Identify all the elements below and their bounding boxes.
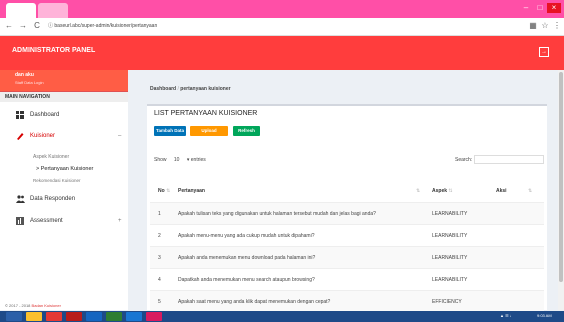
cell-aspek: EFFICIENCY — [432, 299, 462, 305]
sidebar-item-label: Data Responden — [30, 196, 76, 202]
cell-pertanyaan: Apakah menu-menu yang ada cukup mudah un… — [178, 233, 315, 239]
sidebar — [0, 70, 128, 310]
cell-no: 3 — [158, 255, 161, 261]
nav-header: MAIN NAVIGATION — [0, 92, 128, 102]
cell-no: 5 — [158, 299, 161, 305]
clock: 9:03 AM — [537, 313, 552, 318]
cell-pertanyaan: Apakah anda menemukan menu download pada… — [178, 255, 316, 261]
add-data-button[interactable]: Tambah Data — [154, 126, 186, 136]
sidebar-item-kuisioner[interactable]: Kuisioner – — [0, 129, 128, 143]
cell-no: 4 — [158, 277, 161, 283]
cell-pertanyaan: Apakah saat menu yang anda klik dapat me… — [178, 299, 331, 305]
footer-copyright: © 2017 - 2018 — [5, 303, 31, 308]
cell-aspek: LEARNABILITY — [432, 277, 468, 283]
excel-icon[interactable] — [106, 312, 122, 321]
cell-aspek: LEARNABILITY — [432, 233, 468, 239]
box-title: LIST PERTANYAAN KUISIONER — [154, 110, 258, 117]
app-title: ADMINISTRATOR PANEL — [12, 47, 96, 54]
breadcrumb-separator: / — [177, 86, 179, 92]
breadcrumb-home[interactable]: Dashboard — [150, 86, 176, 92]
sidebar-item-label: Assessment — [30, 218, 63, 224]
sort-icon[interactable]: ⇅ — [416, 180, 428, 202]
cell-aspek: LEARNABILITY — [432, 211, 468, 217]
exit-icon[interactable]: → — [539, 47, 549, 57]
table-header: No ⇅ Pertanyaan ⇅ Aspek ⇅ Aksi ⇅ — [150, 180, 544, 202]
reload-icon[interactable]: C — [32, 21, 42, 31]
users-icon — [16, 195, 25, 203]
url-field[interactable]: ⓘ baseurl.abc/super-admin/kuisioner/pert… — [48, 21, 518, 32]
cell-no: 1 — [158, 211, 161, 217]
powerpoint-icon[interactable] — [66, 312, 82, 321]
start-icon[interactable] — [6, 312, 22, 321]
col-header-aksi[interactable]: Aksi ⇅ — [496, 180, 544, 202]
system-tray[interactable]: ▲ ☰ ♩ — [500, 313, 514, 318]
search-input[interactable] — [474, 155, 544, 164]
browser-tab-bar — [0, 0, 564, 18]
taskbar — [0, 311, 564, 322]
star-icon[interactable]: ☆ — [540, 21, 550, 31]
footer-link[interactable]: Badan Kuisioner — [32, 303, 61, 308]
table-row: 5 Apakah saat menu yang anda klik dapat m… — [150, 290, 544, 312]
expand-toggle[interactable]: + — [118, 214, 122, 228]
breadcrumb: Dashboard / pertanyaan kuisioner — [150, 86, 231, 92]
entries-label: ▾ entries — [186, 157, 206, 163]
sidebar-item-data-responden[interactable]: Data Responden — [0, 192, 128, 206]
sidebar-item-label: Rekomendasi Kuisioner — [33, 178, 81, 183]
scrollbar-thumb[interactable] — [559, 72, 563, 282]
sidebar-subitem-rekomendasi[interactable]: Rekomendasi Kuisioner — [0, 174, 128, 188]
chrome-icon[interactable] — [46, 312, 62, 321]
col-header-aspek[interactable]: Aspek ⇅ — [432, 180, 482, 202]
table-row: 3 Apakah anda menemukan menu download pad… — [150, 246, 544, 268]
sidebar-item-dashboard[interactable]: Dashboard — [0, 108, 128, 122]
col-header-no[interactable]: No ⇅ — [158, 180, 178, 202]
show-label: Show — [154, 157, 167, 163]
back-icon[interactable]: ← — [4, 21, 14, 31]
table-row: 1 Apakah tulisan teks yang digunakan untu… — [150, 202, 544, 224]
table-row: 4 Dapatkah anda menemukan menu search ata… — [150, 268, 544, 290]
cell-no: 2 — [158, 233, 161, 239]
cell-aspek: LEARNABILITY — [432, 255, 468, 261]
forward-icon[interactable]: → — [18, 21, 28, 31]
show-entries: Show 10 ▾ entries — [154, 157, 206, 163]
minimize-icon[interactable]: – — [519, 3, 533, 13]
chart-icon — [16, 217, 24, 225]
sidebar-item-label: Dashboard — [30, 112, 60, 118]
cell-pertanyaan: Apakah tulisan teks yang digunakan untuk… — [178, 211, 376, 217]
menu-icon[interactable]: ⋮ — [552, 21, 562, 31]
breadcrumb-current: pertanyaan kuisioner — [180, 86, 231, 92]
footer: © 2017 - 2018 Badan Kuisioner — [5, 303, 61, 308]
browser-tab[interactable] — [38, 3, 68, 18]
user-status: Staff Data Login — [15, 80, 44, 85]
sidebar-item-label: Kuisioner — [30, 133, 56, 139]
cell-pertanyaan: Dapatkah anda menemukan menu search atau… — [178, 277, 315, 283]
browser-tab[interactable] — [6, 3, 36, 18]
collapse-toggle[interactable]: – — [118, 129, 121, 143]
app-icon[interactable] — [126, 312, 142, 321]
refresh-button[interactable]: Refresh — [233, 126, 260, 136]
image-icon[interactable] — [146, 312, 162, 321]
folder-icon[interactable] — [26, 312, 42, 321]
word-icon[interactable] — [86, 312, 102, 321]
search-label: Search: — [455, 157, 473, 163]
user-name: dan aku — [15, 72, 34, 78]
dashboard-icon — [16, 111, 24, 119]
maximize-icon[interactable]: □ — [533, 3, 547, 13]
extension-icon[interactable]: ▦ — [528, 21, 538, 31]
sidebar-item-assessment[interactable]: Assessment + — [0, 214, 128, 228]
upload-button[interactable]: Upload Pertanyaan — [190, 126, 228, 143]
close-icon[interactable]: × — [547, 3, 561, 13]
pencil-icon — [16, 132, 24, 140]
table-row: 2 Apakah menu-menu yang ada cukup mudah u… — [150, 224, 544, 246]
col-header-pertanyaan[interactable]: Pertanyaan — [178, 180, 428, 202]
entries-select[interactable]: 10 — [174, 157, 180, 163]
